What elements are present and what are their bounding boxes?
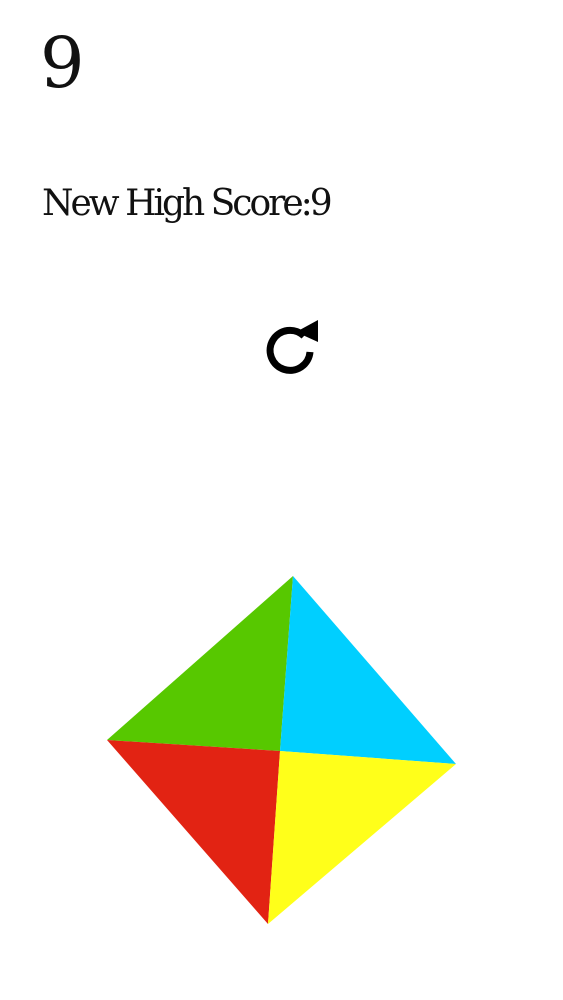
blue-triangle	[280, 576, 456, 764]
green-triangle	[107, 576, 293, 751]
restart-button[interactable]	[258, 318, 322, 382]
high-score-text: New High Score:9	[42, 183, 333, 224]
red-triangle	[107, 740, 280, 924]
score-display: 9	[40, 22, 85, 104]
yellow-triangle	[268, 751, 456, 924]
rotating-square-game-piece[interactable]	[100, 570, 462, 930]
refresh-icon	[266, 320, 318, 374]
